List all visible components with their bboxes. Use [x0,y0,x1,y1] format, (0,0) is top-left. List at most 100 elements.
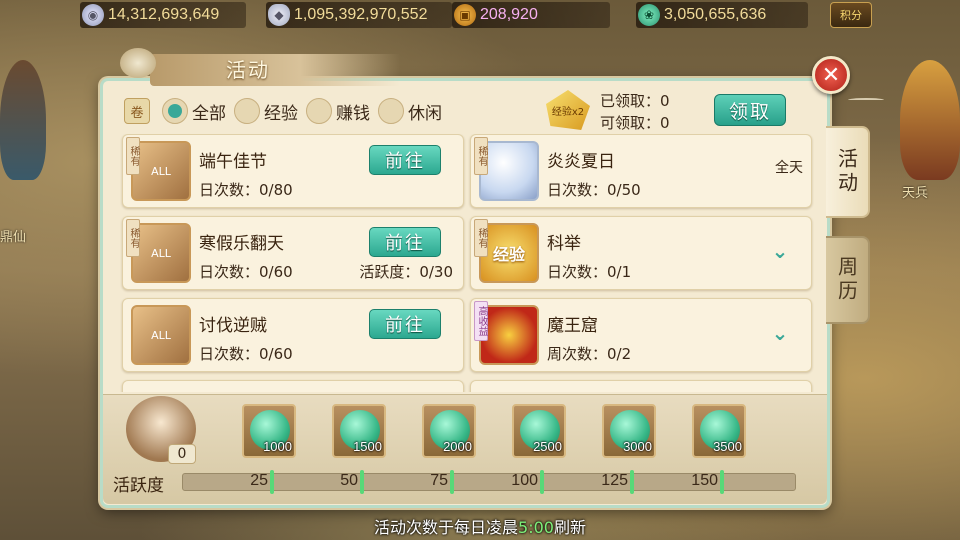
activity-name: 炎炎夏日 [547,152,615,172]
reward-chest-6[interactable]: 3500 [692,404,746,458]
currency-jade: ❀ 3,050,655,636 [636,2,808,28]
milestone-tick [360,470,364,494]
filter-row: 卷 全部 经验 赚钱 休闲 [124,96,450,126]
go-button[interactable]: 前往 [369,309,441,339]
refresh-notice: 活动次数于每日凌晨5:00刷新 [0,514,960,538]
activity-card-exam[interactable]: 经验 稀有 科举 日次数：0/1 ⌄ [470,216,812,290]
filter-label: 赚钱 [336,103,370,124]
currency-silver-coin: ◉ 14,312,693,649 [80,2,246,28]
activity-points: 活跃度：0/30 [359,263,453,281]
activity-card-duanwu[interactable]: ALL 稀有 端午佳节 日次数：0/80 前往 [122,134,464,208]
panel-title: 活动 [226,58,270,82]
background-label-right: 天兵 [902,186,929,201]
milestone-tick [720,470,724,494]
activity-count: 日次数：0/60 [199,263,293,281]
activity-card-demon-cave[interactable]: 高收益 魔王窟 周次数：0/2 ⌄ [470,298,812,372]
activity-name: 讨伐逆贼 [199,316,267,336]
refresh-time: 5:00 [518,518,554,537]
jade-icon: ❀ [638,4,660,26]
reward-amount: 3500 [713,439,742,454]
filter-label: 经验 [264,103,298,124]
reward-chest-1[interactable]: 1000 [242,404,296,458]
reward-amount: 1500 [353,439,382,454]
activity-card-partial[interactable] [122,380,464,392]
go-button[interactable]: 前往 [369,227,441,257]
filter-money[interactable]: 赚钱 [306,98,370,124]
activity-name: 寒假乐翻天 [199,234,284,254]
filter-icon: 卷 [124,98,150,124]
rare-tag: 稀有 [474,219,488,257]
background-character-left [0,60,46,180]
refresh-notice-suffix: 刷新 [553,518,586,537]
rare-tag: 稀有 [474,137,488,175]
chevron-down-icon[interactable]: ⌄ [767,321,793,345]
milestone-label: 75 [430,472,448,489]
milestone-label: 125 [601,472,628,489]
background-label-left: 鼎仙 [0,230,27,245]
refresh-notice-prefix: 活动次数于每日凌晨 [374,518,519,537]
milestone-tick [450,470,454,494]
claim-area: 经验x2 已领取：0 可领取：0 领取 [546,90,816,132]
reward-chest-4[interactable]: 2500 [512,404,566,458]
panel-title-bar [150,54,400,86]
currency-silver-ingot: ◆ 1,095,392,970,552 [266,2,452,28]
milestone-label: 150 [691,472,718,489]
snowball-icon [479,141,539,201]
milestone-label: 50 [340,472,358,489]
background-character-right [900,60,960,180]
activity-list[interactable]: ALL 稀有 端午佳节 日次数：0/80 前往 稀有 炎炎夏日 日次数：0/50… [118,134,814,392]
activity-name: 端午佳节 [199,152,267,172]
milestone-tick [540,470,544,494]
activity-count: 日次数：0/50 [547,181,641,199]
reward-amount: 2500 [533,439,562,454]
filter-exp[interactable]: 经验 [234,98,298,124]
activity-name: 科举 [547,234,581,254]
silver-ingot-icon: ◆ [268,4,290,26]
radio-icon [306,98,332,124]
radio-selected-icon [162,98,188,124]
activity-card-bandits[interactable]: ALL 讨伐逆贼 日次数：0/60 前往 [122,298,464,372]
currency-copper-coin: ▣ 208,920 [452,2,610,28]
radio-icon [378,98,404,124]
activity-card-summer[interactable]: 稀有 炎炎夏日 日次数：0/50 全天 [470,134,812,208]
milestone-label: 25 [250,472,268,489]
close-button[interactable]: ✕ [812,56,850,94]
activity-thumbnail: ALL [131,141,191,201]
milestone-tick [630,470,634,494]
activity-count: 周次数：0/2 [547,345,632,363]
chevron-down-icon[interactable]: ⌄ [767,239,793,263]
claim-button[interactable]: 领取 [714,94,786,126]
rare-tag: 稀有 [126,219,140,257]
reward-chest-2[interactable]: 1500 [332,404,386,458]
exp-icon: 经验 [479,223,539,283]
activity-thumbnail: ALL [131,305,191,365]
tab-weekly-calendar[interactable]: 周历 [826,236,870,324]
high-yield-tag: 高收益 [474,301,488,341]
reward-chest-3[interactable]: 2000 [422,404,476,458]
activity-card-partial[interactable] [470,380,812,392]
go-button[interactable]: 前往 [369,145,441,175]
activity-time: 全天 [775,160,803,176]
filter-label: 休闲 [408,103,442,124]
milestone-label: 100 [511,472,538,489]
filter-leisure[interactable]: 休闲 [378,98,442,124]
demon-icon [479,305,539,365]
activity-name: 魔王窟 [547,316,598,336]
claimed-count: 已领取：0 [600,92,670,110]
activity-thumbnail: ALL [131,223,191,283]
currency-value: 14,312,693,649 [108,6,220,23]
activity-card-winter[interactable]: ALL 稀有 寒假乐翻天 日次数：0/60 活跃度：0/30 前往 [122,216,464,290]
filter-label: 全部 [192,103,226,124]
reward-chest-5[interactable]: 3000 [602,404,656,458]
currency-value: 3,050,655,636 [664,6,767,23]
filter-all[interactable]: 全部 [162,98,226,124]
copper-coin-icon: ▣ [454,4,476,26]
reward-amount: 3000 [623,439,652,454]
activity-count: 日次数：0/1 [547,263,632,281]
score-button[interactable]: 积分 [830,2,872,28]
currency-bar: ◉ 14,312,693,649 ◆ 1,095,392,970,552 ▣ 2… [0,0,960,30]
currency-value: 208,920 [480,6,538,23]
rare-tag: 稀有 [126,137,140,175]
tab-activity[interactable]: 活动 [826,126,870,218]
milestone-tick [270,470,274,494]
